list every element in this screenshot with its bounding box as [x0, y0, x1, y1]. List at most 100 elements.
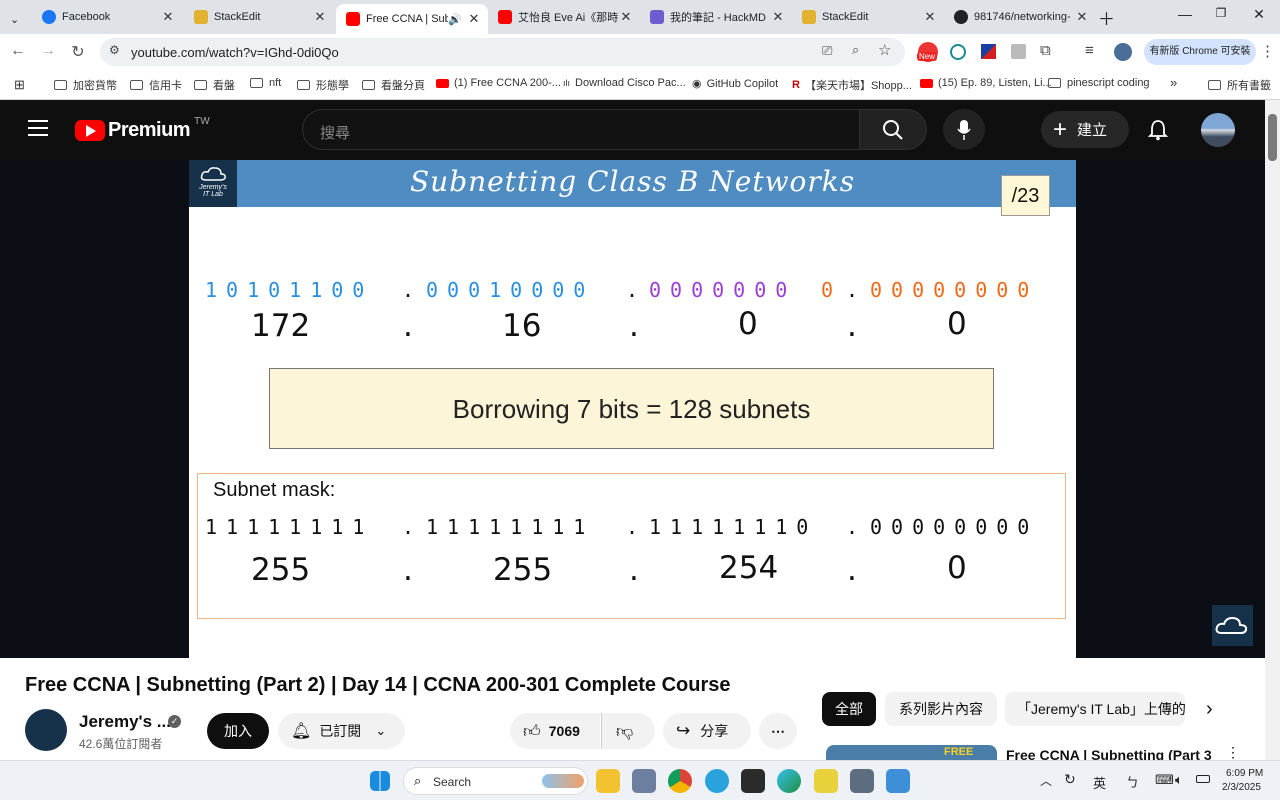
notifications-bell-icon[interactable]: [1147, 119, 1169, 146]
tab-stackedit[interactable]: StackEdit ✕: [184, 4, 334, 30]
chrome-icon[interactable]: [668, 769, 692, 793]
extension-image-icon[interactable]: [1011, 44, 1026, 59]
menu-kebab-icon[interactable]: ⋮: [1260, 42, 1275, 60]
url-text[interactable]: youtube.com/watch?v=IGhd-0di0Qo: [131, 45, 339, 60]
bookmark-folder[interactable]: 看盤: [194, 77, 235, 93]
extension-new-icon[interactable]: New: [917, 42, 938, 62]
next-video-thumbnail[interactable]: FREE: [826, 745, 997, 760]
channel-watermark-icon[interactable]: [1212, 605, 1253, 646]
sticky-app-icon[interactable]: [814, 769, 838, 793]
tab-facebook[interactable]: Facebook ✕: [32, 4, 182, 30]
close-icon[interactable]: ✕: [922, 9, 938, 25]
bookmark-link[interactable]: ılı Download Cisco Pac...: [563, 77, 686, 89]
close-icon[interactable]: ✕: [466, 11, 482, 27]
bookmark-star-icon[interactable]: ☆: [878, 41, 891, 59]
all-bookmarks-folder[interactable]: 所有書籤: [1208, 77, 1271, 93]
like-button[interactable]: 👍︎ 7069: [510, 713, 600, 749]
battery-icon[interactable]: [1196, 775, 1210, 783]
back-icon[interactable]: ←: [8, 42, 28, 60]
network-icon[interactable]: ⌨: [1155, 772, 1174, 788]
scrollbar-thumb[interactable]: [1268, 114, 1277, 161]
site-info-icon[interactable]: ⚙: [109, 43, 120, 57]
extensions-puzzle-icon[interactable]: ⧉: [1040, 42, 1051, 59]
zoom-icon[interactable]: ⌕: [852, 42, 859, 58]
bookmark-link[interactable]: (1) Free CCNA 200-...: [436, 77, 561, 89]
speaker-icon[interactable]: 🔊: [448, 13, 462, 26]
account-avatar[interactable]: [1201, 113, 1235, 147]
forward-icon[interactable]: →: [38, 42, 58, 60]
bookmark-folder[interactable]: 形態學: [297, 77, 349, 93]
more-actions-button[interactable]: ⋯: [759, 713, 797, 749]
extension-icon[interactable]: [950, 44, 966, 60]
windows-start-icon[interactable]: [370, 771, 390, 791]
tab-youtube-music[interactable]: 艾怡良 Eve Ai《那時 ✕: [488, 4, 640, 30]
tab-search-menu[interactable]: ⌄: [0, 6, 32, 32]
mask-octet3-decimal: 254: [719, 550, 779, 586]
next-video-menu-icon[interactable]: ⋮: [1226, 744, 1240, 761]
close-icon[interactable]: ✕: [770, 9, 786, 25]
telegram-icon[interactable]: [705, 769, 729, 793]
file-explorer-icon[interactable]: [596, 769, 620, 793]
terminal-icon[interactable]: [741, 769, 765, 793]
filter-chip-series[interactable]: 系列影片內容: [885, 692, 997, 726]
bookmark-folder[interactable]: pinescript coding: [1048, 77, 1150, 89]
hamburger-menu-icon[interactable]: [28, 120, 48, 136]
subscribed-button[interactable]: 🔔︎ 已訂閱 ⌄: [278, 713, 405, 749]
tab-stackedit-2[interactable]: StackEdit ✕: [792, 4, 944, 30]
more-bookmarks-icon[interactable]: »: [1170, 75, 1177, 90]
address-bar[interactable]: ⚙ youtube.com/watch?v=IGhd-0di0Qo ⎚ ⌕ ☆: [100, 38, 905, 66]
tab-github[interactable]: 981746/networking- ✕: [944, 4, 1096, 30]
video-player[interactable]: Jeremy's IT Lab Subnetting Class B Netwo…: [0, 160, 1265, 658]
create-button[interactable]: + 建立: [1041, 111, 1129, 148]
close-icon[interactable]: ✕: [312, 9, 328, 25]
close-icon[interactable]: ✕: [618, 9, 634, 25]
join-button[interactable]: 加入: [207, 713, 269, 749]
app-icon[interactable]: [632, 769, 656, 793]
apps-grid-icon[interactable]: ⊞: [14, 77, 25, 93]
youtube-logo[interactable]: Premium TW: [75, 116, 210, 142]
media-control-icon[interactable]: ≡: [1085, 42, 1094, 59]
filter-chip-all[interactable]: 全部: [822, 692, 876, 726]
chrome-update-button[interactable]: 有新版 Chrome 可安裝: [1144, 39, 1256, 65]
chevron-down-icon[interactable]: ⌄: [10, 13, 19, 26]
edge-icon[interactable]: [777, 769, 801, 793]
ime-mode-icon[interactable]: ㄅ: [1126, 772, 1139, 791]
channel-avatar[interactable]: [25, 709, 67, 751]
clock-date[interactable]: 2/3/2025: [1222, 782, 1261, 793]
sync-icon[interactable]: ↻: [1064, 771, 1076, 788]
chevron-right-icon[interactable]: ›: [1206, 698, 1213, 721]
voice-search-button[interactable]: [943, 109, 985, 150]
tray-expand-icon[interactable]: ︿: [1040, 772, 1052, 789]
calculator-icon[interactable]: [850, 769, 874, 793]
window-close-button[interactable]: ✕: [1236, 6, 1280, 28]
volume-icon[interactable]: 🔈︎: [1175, 772, 1183, 788]
bookmark-link[interactable]: ◉ GitHub Copilot: [692, 77, 778, 91]
clock-time[interactable]: 6:09 PM: [1226, 768, 1263, 779]
notepad-icon[interactable]: [886, 769, 910, 793]
cast-icon[interactable]: ⎚: [822, 43, 832, 59]
ime-indicator[interactable]: 英: [1093, 773, 1106, 792]
dislike-button[interactable]: 👎︎: [601, 713, 655, 749]
extension-flag-icon[interactable]: [981, 44, 996, 59]
share-button[interactable]: ↪ 分享: [663, 713, 751, 749]
close-icon[interactable]: ✕: [160, 9, 176, 25]
profile-avatar[interactable]: [1114, 43, 1132, 61]
tab-hackmd[interactable]: 我的筆記 - HackMD ✕: [640, 4, 792, 30]
bookmark-folder[interactable]: 看盤分頁: [362, 77, 425, 93]
bookmark-link[interactable]: R 【楽天市場】Shopp...: [792, 77, 912, 93]
channel-name[interactable]: Jeremy's ...: [79, 712, 171, 732]
tab-youtube-active[interactable]: Free CCNA | Subr 🔊 ✕: [336, 4, 488, 34]
bookmark-folder[interactable]: 信用卡: [130, 77, 182, 93]
close-icon[interactable]: ✕: [1074, 9, 1090, 25]
bookmark-link[interactable]: (15) Ep. 89, Listen, Li...: [920, 77, 1052, 89]
next-video-title[interactable]: Free CCNA | Subnetting (Part 3 -: [1006, 747, 1216, 760]
bookmark-folder[interactable]: nft: [250, 77, 281, 89]
taskbar-search[interactable]: ⌕ Search: [403, 767, 588, 795]
page-scrollbar[interactable]: [1265, 100, 1280, 760]
new-tab-button[interactable]: ＋: [1098, 4, 1122, 30]
bookmark-folder[interactable]: 加密貨幣: [54, 77, 117, 93]
filter-chip-uploads[interactable]: 「Jeremy's IT Lab」上傳的: [1005, 692, 1185, 726]
reload-icon[interactable]: ↻: [68, 42, 88, 62]
search-input[interactable]: 搜尋: [302, 109, 860, 150]
search-button[interactable]: [859, 109, 927, 150]
